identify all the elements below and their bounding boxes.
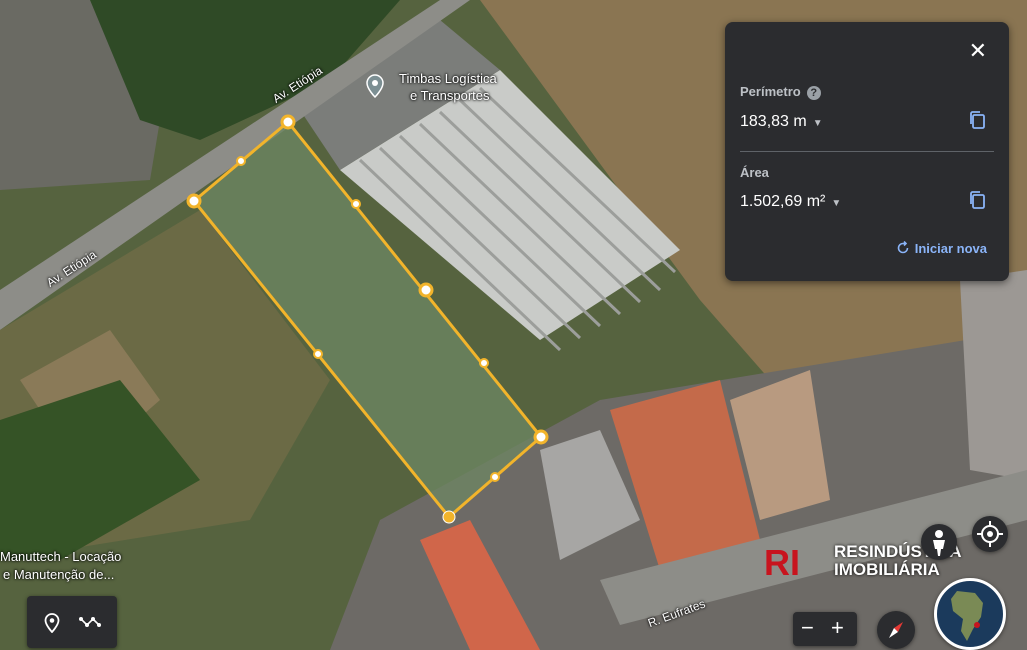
restart-label: Iniciar nova	[914, 241, 987, 256]
vertex-handle[interactable]	[186, 193, 202, 209]
perimeter-label: Perímetro	[740, 84, 801, 99]
perimeter-value-row[interactable]: 183,83 m ▼	[740, 113, 823, 131]
my-location-icon	[977, 521, 1003, 547]
close-icon[interactable]: ✕	[969, 40, 987, 62]
pegman-button[interactable]	[921, 524, 957, 560]
pin-icon[interactable]	[44, 613, 60, 633]
pegman-icon	[933, 530, 945, 556]
zoom-in-button[interactable]: +	[831, 615, 844, 641]
area-value-row[interactable]: 1.502,69 m² ▼	[740, 193, 841, 211]
measured-area-outline[interactable]	[191, 119, 544, 520]
divider	[740, 151, 994, 152]
zoom-control: − +	[793, 612, 857, 646]
my-location-button[interactable]	[972, 516, 1008, 552]
vertex-handle[interactable]	[418, 282, 434, 298]
midpoint-handle[interactable]	[236, 156, 246, 166]
zoom-out-button[interactable]: −	[801, 615, 814, 641]
compass-icon	[889, 622, 903, 638]
perimeter-value: 183,83 m	[740, 113, 807, 130]
business-label-line2[interactable]: e Manutenção de...	[3, 567, 114, 582]
copy-icon[interactable]	[969, 111, 985, 129]
brand-line2: IMOBILIÁRIA	[834, 560, 940, 579]
midpoint-handle[interactable]	[351, 199, 361, 209]
measure-path-icon[interactable]	[79, 615, 103, 629]
vertex-handle[interactable]	[280, 114, 296, 130]
midpoint-handle[interactable]	[479, 358, 489, 368]
copy-icon[interactable]	[969, 191, 985, 209]
help-icon[interactable]: ?	[806, 86, 821, 100]
restart-measure-button[interactable]: Iniciar nova	[896, 240, 987, 256]
brand-logo: RI	[764, 542, 800, 581]
midpoint-handle[interactable]	[490, 472, 500, 482]
brand-logo-text: RI	[764, 542, 800, 581]
vertex-handle[interactable]	[442, 510, 456, 524]
place-pin-icon	[366, 74, 384, 98]
chevron-down-icon[interactable]: ▼	[831, 198, 841, 209]
refresh-icon	[897, 240, 909, 254]
business-label-line1[interactable]: Manuttech - Locação	[0, 549, 121, 564]
chevron-down-icon[interactable]: ▼	[813, 118, 823, 129]
area-label: Área	[740, 165, 769, 180]
vertex-handle[interactable]	[533, 429, 549, 445]
midpoint-handle[interactable]	[313, 349, 323, 359]
measure-distance-panel: ✕ Perímetro? 183,83 m ▼ Área 1.502,69 m² ▼…	[725, 22, 1009, 281]
globe-view-button[interactable]	[934, 578, 1006, 650]
bottom-left-toolbar	[27, 596, 117, 648]
compass-button[interactable]	[877, 611, 915, 649]
globe-icon	[951, 591, 983, 641]
perimeter-row: Perímetro?	[740, 84, 821, 100]
area-value: 1.502,69 m²	[740, 193, 826, 210]
map-canvas[interactable]: Timbas Logística e Transportes Av. Etióp…	[0, 0, 1027, 650]
place-label-line2[interactable]: e Transportes	[410, 88, 490, 103]
place-label-line1[interactable]: Timbas Logística	[399, 71, 497, 86]
